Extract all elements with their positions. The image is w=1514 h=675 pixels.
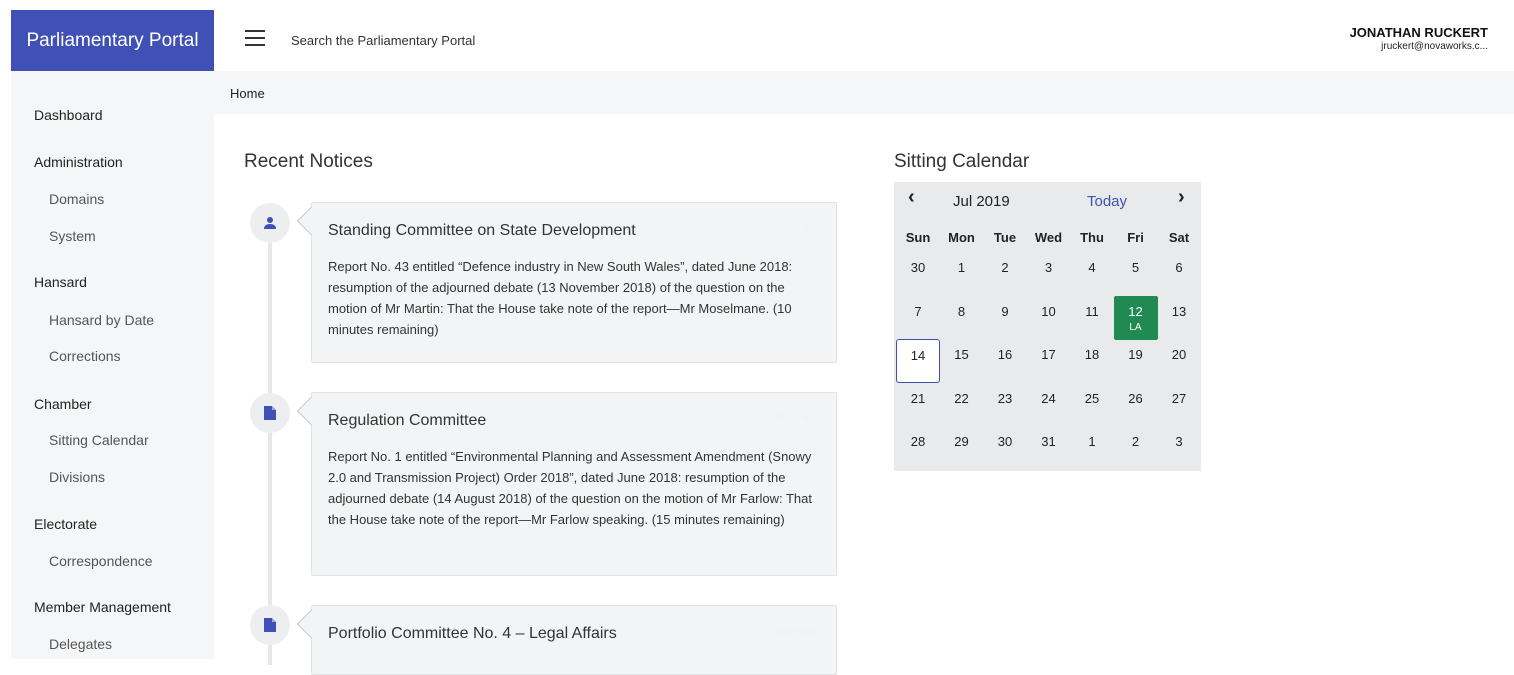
weekday-header: Wed	[1027, 230, 1071, 245]
calendar-day[interactable]: 26	[1114, 383, 1158, 427]
calendar-day[interactable]: 8	[940, 296, 984, 340]
sidebar-item-dashboard[interactable]: Dashboard	[34, 107, 103, 123]
calendar-day[interactable]: 16	[983, 339, 1027, 383]
notice-title: Regulation Committee	[328, 412, 486, 430]
calendar-day[interactable]: 3	[1027, 252, 1071, 296]
calendar-day[interactable]: 28	[896, 426, 940, 470]
calendar-day[interactable]: 18	[1070, 339, 1114, 383]
calendar-day[interactable]: 2	[983, 252, 1027, 296]
user-name: JONATHAN RUCKERT	[1350, 25, 1488, 40]
sidebar-item-divisions[interactable]: Divisions	[49, 469, 105, 485]
calendar-day[interactable]: 5	[1114, 252, 1158, 296]
notice-time: 2 days ago	[766, 412, 820, 424]
user-profile[interactable]: JONATHAN RUCKERT jruckert@novaworks.c...	[1350, 25, 1488, 52]
notice-title: Portfolio Committee No. 4 – Legal Affair…	[328, 625, 617, 643]
calendar-today-button[interactable]: Today	[1087, 193, 1127, 210]
notice-body: Report No. 43 entitled “Defence industry…	[328, 256, 820, 340]
chevron-left-icon[interactable]: ‹	[908, 186, 915, 209]
calendar-day[interactable]: 23	[983, 383, 1027, 427]
calendar-day[interactable]: 1	[1070, 426, 1114, 470]
sitting-label: LA	[1114, 322, 1158, 333]
notice-card[interactable]: Standing Committee on State Development …	[311, 202, 837, 363]
weekday-header: Sat	[1157, 230, 1201, 245]
sitting-calendar: ‹ Jul 2019 Today › SunMonTueWedThuFriSat…	[894, 182, 1201, 471]
notices-title: Recent Notices	[244, 151, 373, 173]
weekday-header: Thu	[1070, 230, 1114, 245]
sidebar-item-delegates[interactable]: Delegates	[49, 636, 112, 652]
timeline-line	[268, 225, 272, 665]
card-pointer	[297, 610, 325, 638]
sidebar-group-hansard[interactable]: Hansard	[34, 274, 87, 290]
top-bar: JONATHAN RUCKERT jruckert@novaworks.c...	[214, 10, 1514, 71]
card-pointer	[297, 207, 325, 235]
calendar-day[interactable]: 24	[1027, 383, 1071, 427]
calendar-day[interactable]: 9	[983, 296, 1027, 340]
menu-icon[interactable]	[245, 30, 265, 46]
notice-card[interactable]: Regulation Committee 2 days ago Report N…	[311, 392, 837, 576]
calendar-day[interactable]: 31	[1027, 426, 1071, 470]
sidebar-item-system[interactable]: System	[49, 228, 96, 244]
weekday-header: Tue	[983, 230, 1027, 245]
breadcrumb: Home	[214, 71, 1514, 114]
calendar-day[interactable]: 17	[1027, 339, 1071, 383]
sidebar-group-administration[interactable]: Administration	[34, 154, 123, 170]
notice-time: 1 day ago	[772, 222, 820, 234]
calendar-day[interactable]: 11	[1070, 296, 1114, 340]
calendar-day[interactable]: 25	[1070, 383, 1114, 427]
calendar-day[interactable]: 7	[896, 296, 940, 340]
calendar-day[interactable]: 14	[896, 339, 940, 383]
sidebar-item-hansard-by-date[interactable]: Hansard by Date	[49, 312, 154, 328]
sidebar-group-electorate[interactable]: Electorate	[34, 516, 97, 532]
calendar-day[interactable]: 6	[1157, 252, 1201, 296]
calendar-day[interactable]: 4	[1070, 252, 1114, 296]
sidebar-item-correspondence[interactable]: Correspondence	[49, 553, 153, 569]
calendar-day[interactable]: 2	[1114, 426, 1158, 470]
sidebar-item-domains[interactable]: Domains	[49, 191, 104, 207]
card-pointer	[297, 397, 325, 425]
document-icon	[250, 605, 290, 645]
notice-title: Standing Committee on State Development	[328, 222, 636, 240]
brand-title[interactable]: Parliamentary Portal	[11, 10, 214, 71]
calendar-day[interactable]: 13	[1157, 296, 1201, 340]
user-email: jruckert@novaworks.c...	[1350, 41, 1488, 52]
calendar-day[interactable]: 29	[940, 426, 984, 470]
document-icon	[250, 393, 290, 433]
sidebar: Dashboard Administration Domains System …	[11, 71, 214, 659]
calendar-day[interactable]: 15	[940, 339, 984, 383]
calendar-day[interactable]: 1	[940, 252, 984, 296]
sidebar-item-corrections[interactable]: Corrections	[49, 348, 121, 364]
chevron-right-icon[interactable]: ›	[1178, 186, 1185, 209]
calendar-day[interactable]: 20	[1157, 339, 1201, 383]
sidebar-group-chamber[interactable]: Chamber	[34, 396, 92, 412]
calendar-day[interactable]: 19	[1114, 339, 1158, 383]
calendar-title: Sitting Calendar	[894, 151, 1029, 173]
notice-card[interactable]: Portfolio Committee No. 4 – Legal Affair…	[311, 605, 837, 675]
calendar-day[interactable]: 21	[896, 383, 940, 427]
calendar-month-label: Jul 2019	[953, 193, 1010, 210]
search-input[interactable]	[291, 29, 891, 51]
weekday-header: Mon	[940, 230, 984, 245]
calendar-day[interactable]: 3	[1157, 426, 1201, 470]
calendar-day[interactable]: 30	[896, 252, 940, 296]
calendar-day[interactable]: 30	[983, 426, 1027, 470]
calendar-day[interactable]: 12LA	[1114, 296, 1158, 340]
weekday-header: Sun	[896, 230, 940, 245]
notice-time: 3 days ago	[766, 625, 820, 637]
calendar-day[interactable]: 10	[1027, 296, 1071, 340]
sidebar-item-sitting-calendar[interactable]: Sitting Calendar	[49, 432, 149, 448]
breadcrumb-home[interactable]: Home	[230, 86, 265, 101]
calendar-day[interactable]: 27	[1157, 383, 1201, 427]
person-icon	[250, 203, 290, 243]
calendar-day[interactable]: 22	[940, 383, 984, 427]
weekday-header: Fri	[1114, 230, 1158, 245]
sidebar-group-member-management[interactable]: Member Management	[34, 599, 171, 615]
notice-body: Report No. 1 entitled “Environmental Pla…	[328, 446, 820, 530]
